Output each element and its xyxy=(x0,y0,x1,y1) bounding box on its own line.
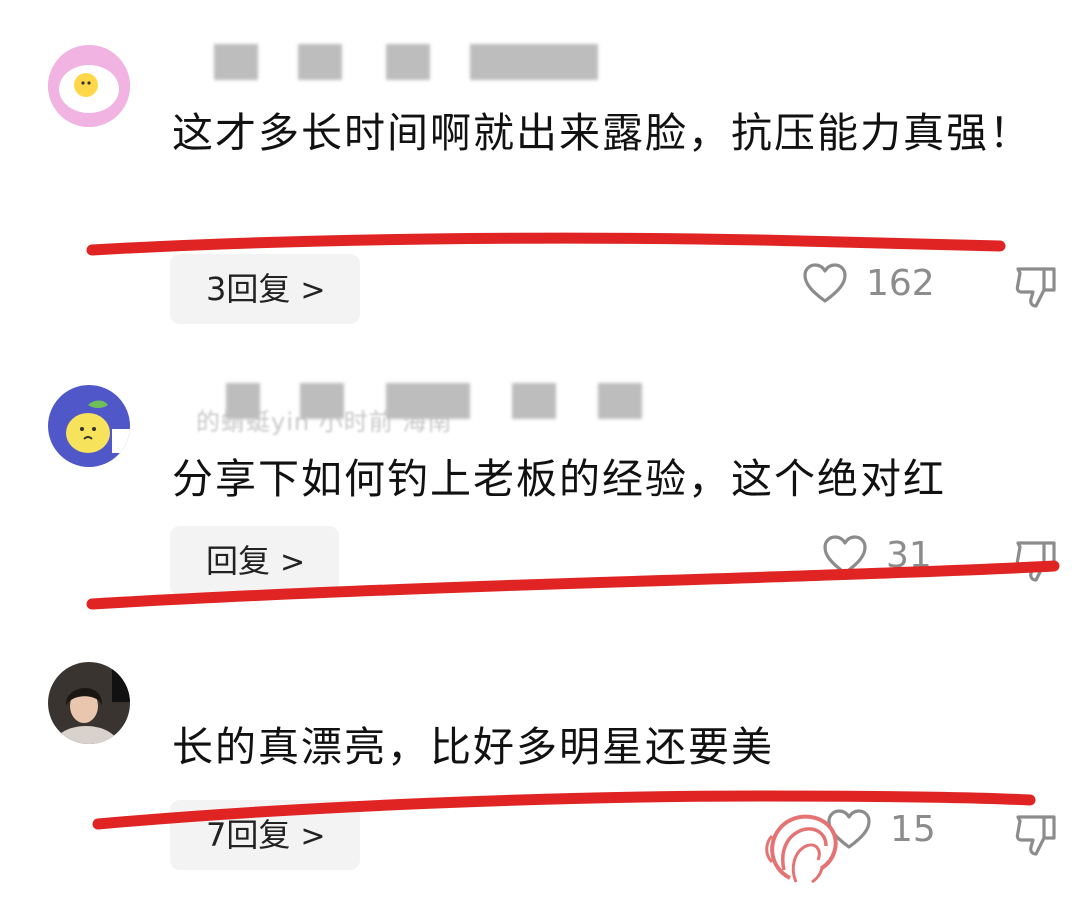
chevron-right-icon: > xyxy=(300,273,326,308)
reply-label: 回复 xyxy=(206,542,271,580)
chevron-right-icon: > xyxy=(300,819,326,854)
comment-text: 长的真漂亮，比好多明星还要美 xyxy=(172,723,774,771)
username-redacted xyxy=(598,383,642,419)
comment-text: 分享下如何钓上老板的经验，这个绝对红 xyxy=(172,455,946,503)
reply-label: 3回复 xyxy=(206,270,291,308)
heart-outline-icon xyxy=(803,263,847,303)
username-redacted xyxy=(386,383,470,419)
underline-1 xyxy=(86,232,1006,256)
thumbs-down-icon xyxy=(1015,267,1056,308)
username-redacted xyxy=(226,383,260,419)
thumbs-down-icon xyxy=(1015,815,1056,856)
dislike-button[interactable] xyxy=(1014,812,1058,862)
username-redacted xyxy=(300,383,344,419)
like-button[interactable]: 31 xyxy=(822,534,932,576)
username-redacted xyxy=(214,44,258,80)
like-count: 162 xyxy=(866,262,935,304)
avatar[interactable] xyxy=(48,45,130,127)
username-redacted xyxy=(386,44,430,80)
reply-label: 7回复 xyxy=(206,816,291,854)
thumbs-down-icon xyxy=(1015,541,1056,582)
dislike-button[interactable] xyxy=(1014,538,1058,588)
avatar-egg-icon xyxy=(48,45,130,127)
heart-outline-icon xyxy=(823,535,867,575)
username-redacted xyxy=(298,44,342,80)
avatar[interactable] xyxy=(48,385,130,467)
like-count: 15 xyxy=(890,808,936,850)
avatar[interactable] xyxy=(48,662,130,744)
like-count: 31 xyxy=(886,534,932,576)
avatar-photo-icon xyxy=(48,662,130,744)
dislike-button[interactable] xyxy=(1014,264,1058,314)
comment-text: 这才多长时间啊就出来露脸，抗压能力真强！ xyxy=(172,109,1032,157)
username-redacted xyxy=(470,44,598,80)
reply-button[interactable]: 回复 > xyxy=(170,526,340,596)
avatar-lemon-icon xyxy=(48,385,130,467)
reply-button[interactable]: 7回复 > xyxy=(170,800,360,870)
like-button[interactable]: 162 xyxy=(802,262,935,304)
watermark-logo-icon xyxy=(760,808,850,892)
chevron-right-icon: > xyxy=(280,545,306,580)
reply-button[interactable]: 3回复 > xyxy=(170,254,360,324)
username-redacted xyxy=(512,383,556,419)
